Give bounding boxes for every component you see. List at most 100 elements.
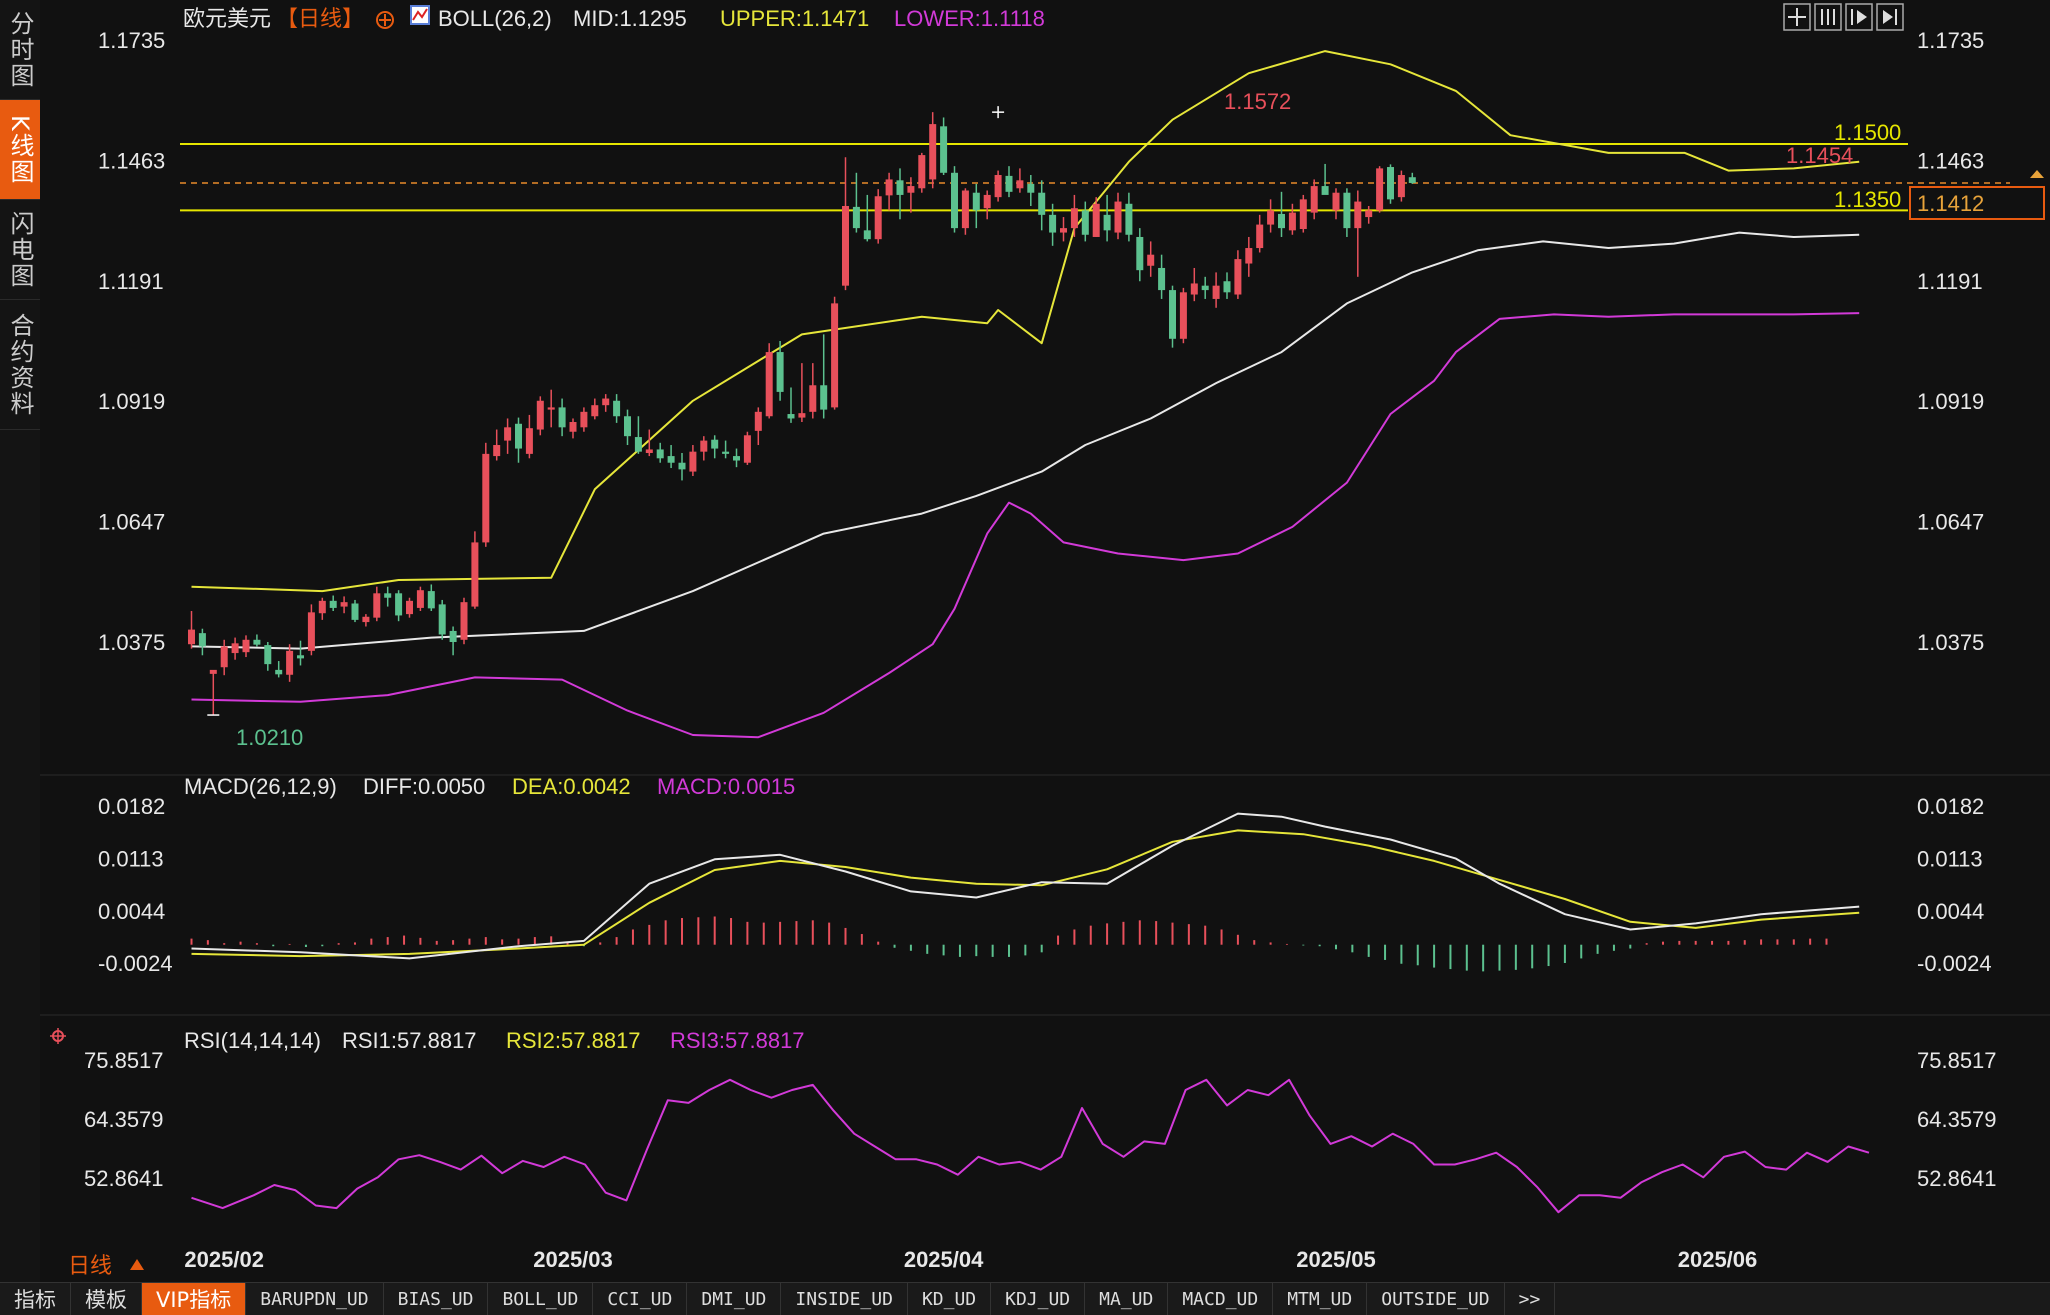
candle[interactable] xyxy=(1179,287,1187,344)
candle-body xyxy=(1092,203,1100,237)
sidebar-item-flash[interactable]: 闪电图 xyxy=(0,200,40,300)
price-axis-label-left: 1.1735 xyxy=(98,28,165,53)
candle-body xyxy=(416,590,424,608)
macd-hist-value: MACD:0.0015 xyxy=(657,774,795,799)
candle-body xyxy=(831,303,839,408)
candle-body xyxy=(547,407,555,410)
candle-body xyxy=(1125,203,1133,235)
rsi-axis-label-left: 64.3579 xyxy=(84,1107,164,1132)
candle[interactable] xyxy=(951,166,958,233)
candle-body xyxy=(656,449,664,459)
candle-body xyxy=(231,643,239,654)
rsi2-value: RSI2:57.8817 xyxy=(506,1028,641,1053)
candle-body xyxy=(678,462,686,470)
candle-body xyxy=(1310,186,1318,213)
candle-body xyxy=(1081,210,1089,235)
indicator-tab-boll-ud[interactable]: BOLL_UD xyxy=(488,1283,594,1315)
candle[interactable] xyxy=(994,170,1002,202)
indicator-tab-indicators[interactable]: 指标 xyxy=(0,1283,71,1315)
candle[interactable] xyxy=(1169,285,1176,348)
candle-body xyxy=(1158,267,1166,291)
macd-axis-label-left: 0.0182 xyxy=(98,794,165,819)
indicator-tab-barupdn-ud[interactable]: BARUPDN_UD xyxy=(246,1283,384,1315)
chart-svg[interactable]: 欧元美元 【日线】 BOLL(26,2) MID:1.1295 UPPER:1.… xyxy=(40,0,2050,1282)
candle-body xyxy=(427,591,435,609)
indicator-tab-mtm-ud[interactable]: MTM_UD xyxy=(1273,1283,1368,1315)
indicator-tab-vip[interactable]: VIP指标 xyxy=(142,1283,247,1315)
sidebar-item-timeshare[interactable]: 分时图 xyxy=(0,0,40,100)
candle[interactable] xyxy=(471,531,479,609)
candle-body xyxy=(1267,210,1275,225)
candle-body xyxy=(624,416,631,437)
candle-body xyxy=(188,629,195,645)
candle-body xyxy=(918,155,926,189)
candle-body xyxy=(1103,214,1111,231)
candle[interactable] xyxy=(1387,164,1394,204)
candle[interactable] xyxy=(1376,166,1384,213)
indicator-tab-inside-ud[interactable]: INSIDE_UD xyxy=(781,1283,908,1315)
candle[interactable] xyxy=(1299,194,1307,233)
candle[interactable] xyxy=(482,442,490,547)
candle[interactable] xyxy=(961,188,969,235)
candle-body xyxy=(667,456,675,463)
indicator-tab-templates[interactable]: 模板 xyxy=(71,1283,142,1315)
period-selector-label[interactable]: 日线 xyxy=(68,1253,112,1278)
candle-body xyxy=(1070,208,1078,229)
indicator-tab-cci-ud[interactable]: CCI_UD xyxy=(593,1283,688,1315)
sidebar-item-contract[interactable]: 合约资料 xyxy=(0,300,40,430)
price-axis-label-right: 1.1463 xyxy=(1917,148,1984,173)
candle-body xyxy=(1397,175,1405,198)
current-price-value: 1.1412 xyxy=(1917,191,1984,216)
candle-body xyxy=(842,205,849,286)
more-tabs-button[interactable]: >> xyxy=(1505,1283,1556,1315)
candle-body xyxy=(863,230,871,240)
macd-axis-label-right: 0.0113 xyxy=(1917,847,1983,872)
candle-body xyxy=(787,414,795,419)
candle[interactable] xyxy=(765,343,773,419)
candle[interactable] xyxy=(743,431,751,465)
boll-upper-value: UPPER:1.1471 xyxy=(720,6,869,31)
candle-body xyxy=(471,542,479,607)
rsi-title: RSI(14,14,14) xyxy=(184,1028,321,1053)
candle-body xyxy=(1387,167,1394,200)
date-axis-label: 2025/06 xyxy=(1678,1247,1758,1272)
candle-body xyxy=(1136,236,1144,271)
candle-body xyxy=(1147,254,1155,266)
indicator-tab-dmi-ud[interactable]: DMI_UD xyxy=(687,1283,782,1315)
indicator-tab-macd-ud[interactable]: MACD_UD xyxy=(1168,1283,1274,1315)
sidebar-item-kline[interactable]: K线图 xyxy=(0,100,40,200)
price-axis-label-left: 1.0647 xyxy=(98,510,165,535)
chart-area[interactable]: 欧元美元 【日线】 BOLL(26,2) MID:1.1295 UPPER:1.… xyxy=(40,0,2050,1282)
indicator-tab-ma-ud[interactable]: MA_UD xyxy=(1085,1283,1169,1315)
candle-body xyxy=(209,669,217,674)
add-icon[interactable] xyxy=(376,11,394,29)
candle[interactable] xyxy=(460,597,468,645)
candle-body xyxy=(580,411,588,428)
date-axis-label: 2025/05 xyxy=(1296,1247,1376,1272)
indicator-tab-kd-ud[interactable]: KD_UD xyxy=(908,1283,992,1315)
candle[interactable] xyxy=(918,152,926,193)
candle[interactable] xyxy=(831,296,839,410)
indicator-icon[interactable] xyxy=(410,5,430,25)
candle-body xyxy=(798,413,806,418)
indicator-tab-outside-ud[interactable]: OUTSIDE_UD xyxy=(1367,1283,1505,1315)
recent-high-label: 1.1454 xyxy=(1786,143,1853,168)
candle-body xyxy=(1212,285,1220,299)
candle-body xyxy=(1016,180,1024,189)
candle-body xyxy=(297,655,304,659)
candle-body xyxy=(874,196,882,240)
candle-body xyxy=(743,435,751,463)
candle[interactable] xyxy=(1397,170,1405,202)
candle-body xyxy=(1354,201,1362,229)
macd-axis-label-left: 0.0044 xyxy=(98,899,165,924)
candle-body xyxy=(242,639,250,653)
indicator-tab-kdj-ud[interactable]: KDJ_UD xyxy=(991,1283,1086,1315)
candle[interactable] xyxy=(438,599,446,640)
macd-axis-label-left: 0.0113 xyxy=(98,847,164,872)
candle[interactable] xyxy=(874,189,882,244)
candle[interactable] xyxy=(536,396,544,436)
candle[interactable] xyxy=(416,586,424,612)
indicator-tab-bias-ud[interactable]: BIAS_UD xyxy=(384,1283,489,1315)
candle-body xyxy=(1288,212,1296,231)
candle-body xyxy=(1060,228,1067,233)
